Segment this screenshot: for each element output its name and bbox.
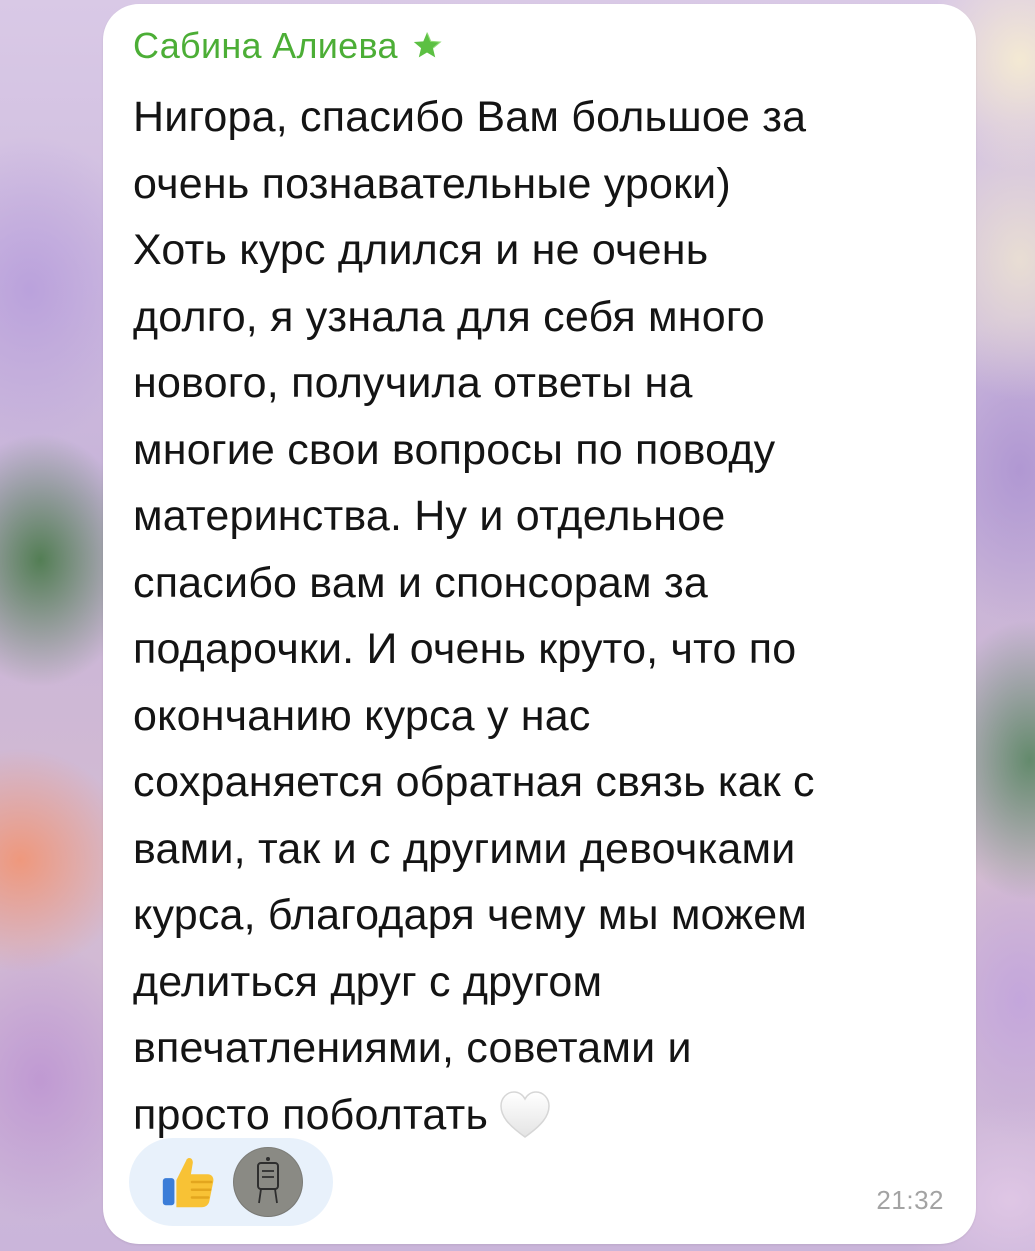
message-line: делиться друг с другом — [133, 957, 603, 1006]
message-line: материнства. Ну и отдельное — [133, 492, 726, 540]
avatar[interactable] — [233, 1147, 303, 1217]
message-line: Нигора, спасибо Вам большое за — [133, 93, 807, 141]
reaction-pill[interactable] — [129, 1138, 333, 1226]
message-line: нового, получила ответы на — [133, 359, 693, 407]
message-time: 21:32 — [876, 1185, 944, 1215]
message-line: долго, я узнала для себя много — [133, 292, 765, 341]
message-line: курса, благодаря чему мы можем — [133, 891, 808, 939]
message-line: многие свои вопросы по поводу — [133, 425, 776, 474]
message-line: Хоть курс длился и не очень — [133, 226, 709, 274]
message-line: просто поболтать — [133, 1090, 489, 1139]
white-heart-icon — [498, 1089, 552, 1141]
message-line: подарочки. И очень круто, что по — [133, 625, 797, 673]
message-text: Нигора, спасибо Вам большое за очень поз… — [133, 84, 953, 1148]
star-icon — [410, 29, 444, 63]
message-bubble[interactable]: Сабина Алиева Нигора, спасибо Вам большо… — [103, 4, 976, 1244]
message-line: окончанию курса у нас — [133, 691, 591, 740]
message-line: впечатлениями, советами и — [133, 1024, 692, 1072]
message-line: вами, так и с другими девочками — [133, 824, 796, 873]
message-line: спасибо вам и спонсорам за — [133, 558, 708, 607]
thumbs-up-icon — [157, 1151, 219, 1213]
message-line: очень познавательные уроки) — [133, 159, 731, 208]
sender-row: Сабина Алиева — [133, 24, 946, 68]
sender-name[interactable]: Сабина Алиева — [133, 25, 398, 67]
message-line: сохраняется обратная связь как с — [133, 758, 815, 806]
